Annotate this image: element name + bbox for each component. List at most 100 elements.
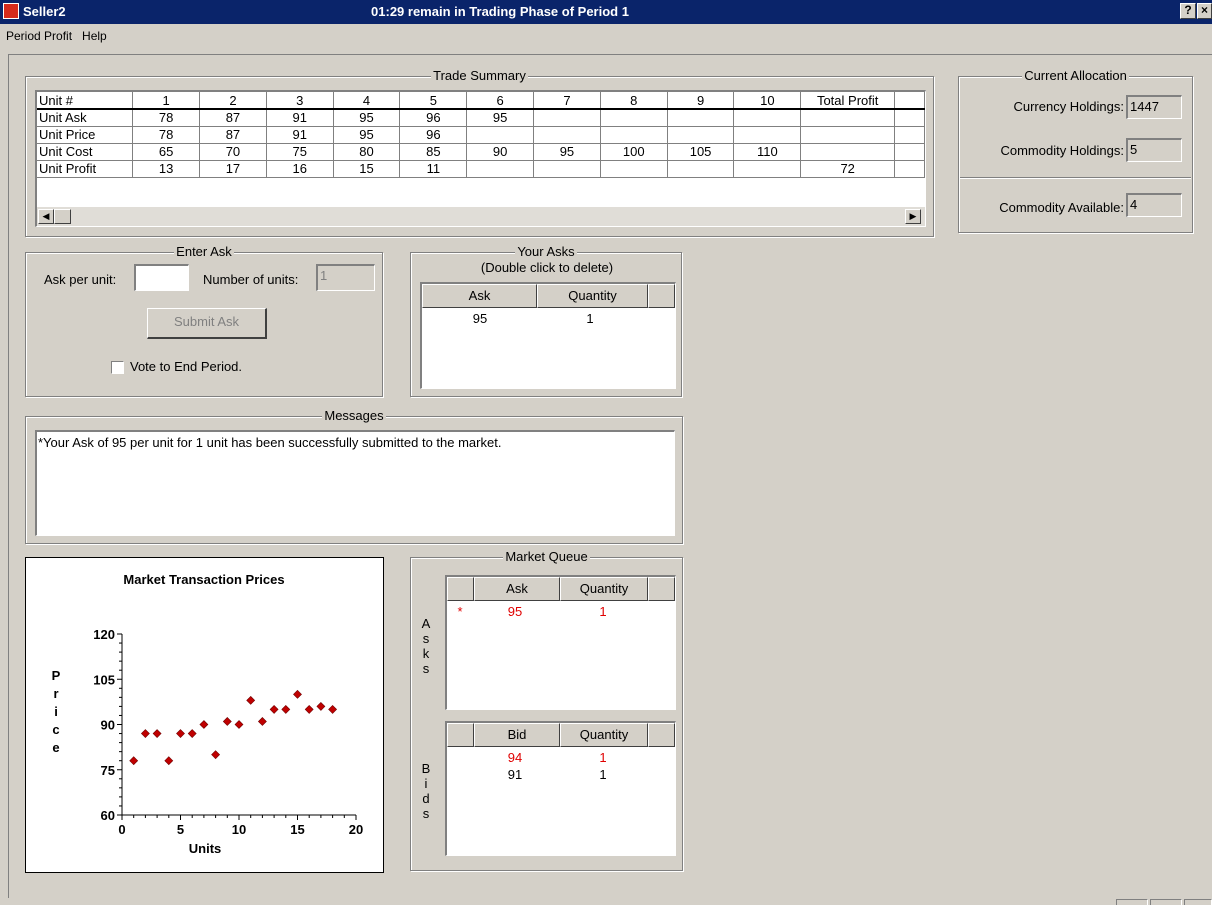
messages-box[interactable]: *Your Ask of 95 per unit for 1 unit has … [35,430,675,536]
trade-summary-cell: 95 [333,109,401,127]
scroll-right-arrow[interactable]: ▶ [905,209,921,224]
chart-ylabel: Price [52,668,61,755]
trade-summary-cell [533,160,601,178]
bids-col-marker [447,723,474,747]
chart-ylabel-letter: c [52,722,59,737]
trade-summary-header-cell: 1 [132,92,201,110]
market-bid-price: 94 [507,750,523,765]
your-asks-col-ask[interactable]: Ask [422,284,537,308]
trade-summary-cell: 13 [132,160,201,178]
market-ask-row[interactable]: * 95 1 [447,604,647,620]
chart-point [304,704,314,714]
bids-col-bid[interactable]: Bid [474,723,560,747]
messages-group: Messages *Your Ask of 95 per unit for 1 … [25,408,683,544]
your-asks-col-spacer [648,284,675,308]
market-ask-price: 95 [507,604,523,619]
trade-summary-cell: 78 [132,126,201,144]
chart-ylabel-letter: P [52,668,61,683]
chart-ylabel-letter: i [54,704,58,719]
trade-summary-cell [733,160,802,178]
bids-vertical-letter: s [422,806,430,821]
asks-vertical-letter: s [422,631,430,646]
your-asks-list[interactable]: Ask Quantity 95 1 [420,282,676,389]
allocation-divider [960,177,1191,179]
close-button[interactable]: × [1197,3,1212,19]
scroll-thumb[interactable] [54,209,71,224]
trade-summary-cell [600,160,668,178]
asks-vertical-letter: A [421,616,431,631]
trade-summary-header-cell: 4 [333,92,401,110]
chart-point [257,717,267,726]
trade-summary-group: Trade Summary Unit #1 2 3 4 5 6 7 8 9 10 Total Pro… [25,68,934,237]
currency-holdings-label: Currency Holdings: [1013,99,1124,114]
your-asks-subtitle: (Double click to delete) [480,260,614,275]
market-bids-list[interactable]: Bid Quantity 94 1 91 1 [445,721,676,856]
bids-col-quantity[interactable]: Quantity [560,723,648,747]
ask-per-unit-input[interactable] [134,264,189,291]
trade-summary-header-cell: 10 [733,92,802,110]
trade-summary-cell [667,126,735,144]
trade-summary-row-label: Unit Ask [37,109,134,127]
trade-summary-row: Unit Profit 13 17 16 15 11 72 [37,160,925,178]
trade-summary-cell [894,143,925,161]
vote-end-period-checkbox[interactable] [111,361,124,374]
market-bid-row[interactable]: 91 1 [447,767,647,783]
your-ask-quantity: 1 [586,311,594,326]
market-queue-title: Market Queue [503,549,590,564]
asks-vertical-label: Asks [420,616,432,676]
bids-col-spacer [648,723,675,747]
market-transaction-chart: Market Transaction Prices Units Price 60… [25,557,384,873]
trade-summary-grid[interactable]: Unit #1 2 3 4 5 6 7 8 9 10 Total Profit Unit Ask 78 8… [35,90,926,227]
chart-points [129,689,338,766]
menu-period-profit[interactable]: Period Profit [0,26,76,43]
chart-x-tick-label: 10 [232,822,246,837]
time-remaining-caption: 01:29 remain in Trading Phase of Period … [371,4,629,19]
enter-ask-group: Enter Ask Ask per unit: Number of units:… [25,244,383,397]
chart-title: Market Transaction Prices [123,572,284,587]
market-bid-price: 91 [507,767,523,782]
asks-vertical-letter: s [422,661,430,676]
chart-point [222,717,232,726]
number-of-units-label: Number of units: [203,272,299,287]
trade-summary-header-cell: 3 [266,92,334,110]
market-bid-row[interactable]: 94 1 [447,750,647,766]
chart-point [176,729,185,738]
chart-point [152,729,162,738]
chart-axes: 60 75 90 105 120 0 5 10 15 20 [93,627,363,837]
trade-summary-header-cell [894,92,925,110]
submit-ask-button[interactable]: Submit Ask [147,308,267,339]
message-text: *Your Ask of 95 per unit for 1 unit has … [38,435,502,450]
trade-summary-cell [600,109,668,127]
market-ask-quantity: 1 [599,604,607,619]
chart-y-tick-label: 90 [101,718,115,733]
trade-summary-cell [894,109,925,127]
trade-summary-header-row: Unit #1 2 3 4 5 6 7 8 9 10 Total Profit [37,92,925,110]
trade-summary-cell: 11 [399,160,468,178]
asks-col-quantity[interactable]: Quantity [560,577,648,601]
help-button[interactable]: ? [1180,3,1196,19]
trade-summary-cell: 17 [199,160,267,178]
scroll-left-arrow[interactable]: ◀ [38,209,54,224]
trade-summary-cell [800,109,896,127]
market-asks-list[interactable]: Ask Quantity * 95 1 [445,575,676,710]
market-bid-quantity: 1 [599,750,607,765]
trade-summary-cell: 15 [333,160,401,178]
your-ask-price: 95 [472,311,488,326]
your-asks-row[interactable]: 95 1 [422,311,622,327]
trade-summary-cell [733,109,802,127]
your-asks-col-quantity[interactable]: Quantity [537,284,648,308]
own-ask-marker: * [457,604,463,619]
menu-help[interactable]: Help [76,26,111,43]
chart-point [293,689,302,699]
trade-summary-cell: 75 [266,143,334,161]
title-bar: Seller2 01:29 remain in Trading Phase of… [0,0,1212,24]
asks-col-ask[interactable]: Ask [474,577,560,601]
bids-vertical-letter: B [421,761,431,776]
trade-summary-table: Unit #1 2 3 4 5 6 7 8 9 10 Total Profit Unit Ask 78 8… [37,92,925,178]
trade-summary-cell [466,160,535,178]
horizontal-scrollbar[interactable]: ◀ ▶ [37,207,925,226]
trade-summary-cell [466,126,535,144]
chart-point [328,704,338,714]
status-panel-3 [1184,899,1212,905]
number-of-units-field: 1 [316,264,375,291]
